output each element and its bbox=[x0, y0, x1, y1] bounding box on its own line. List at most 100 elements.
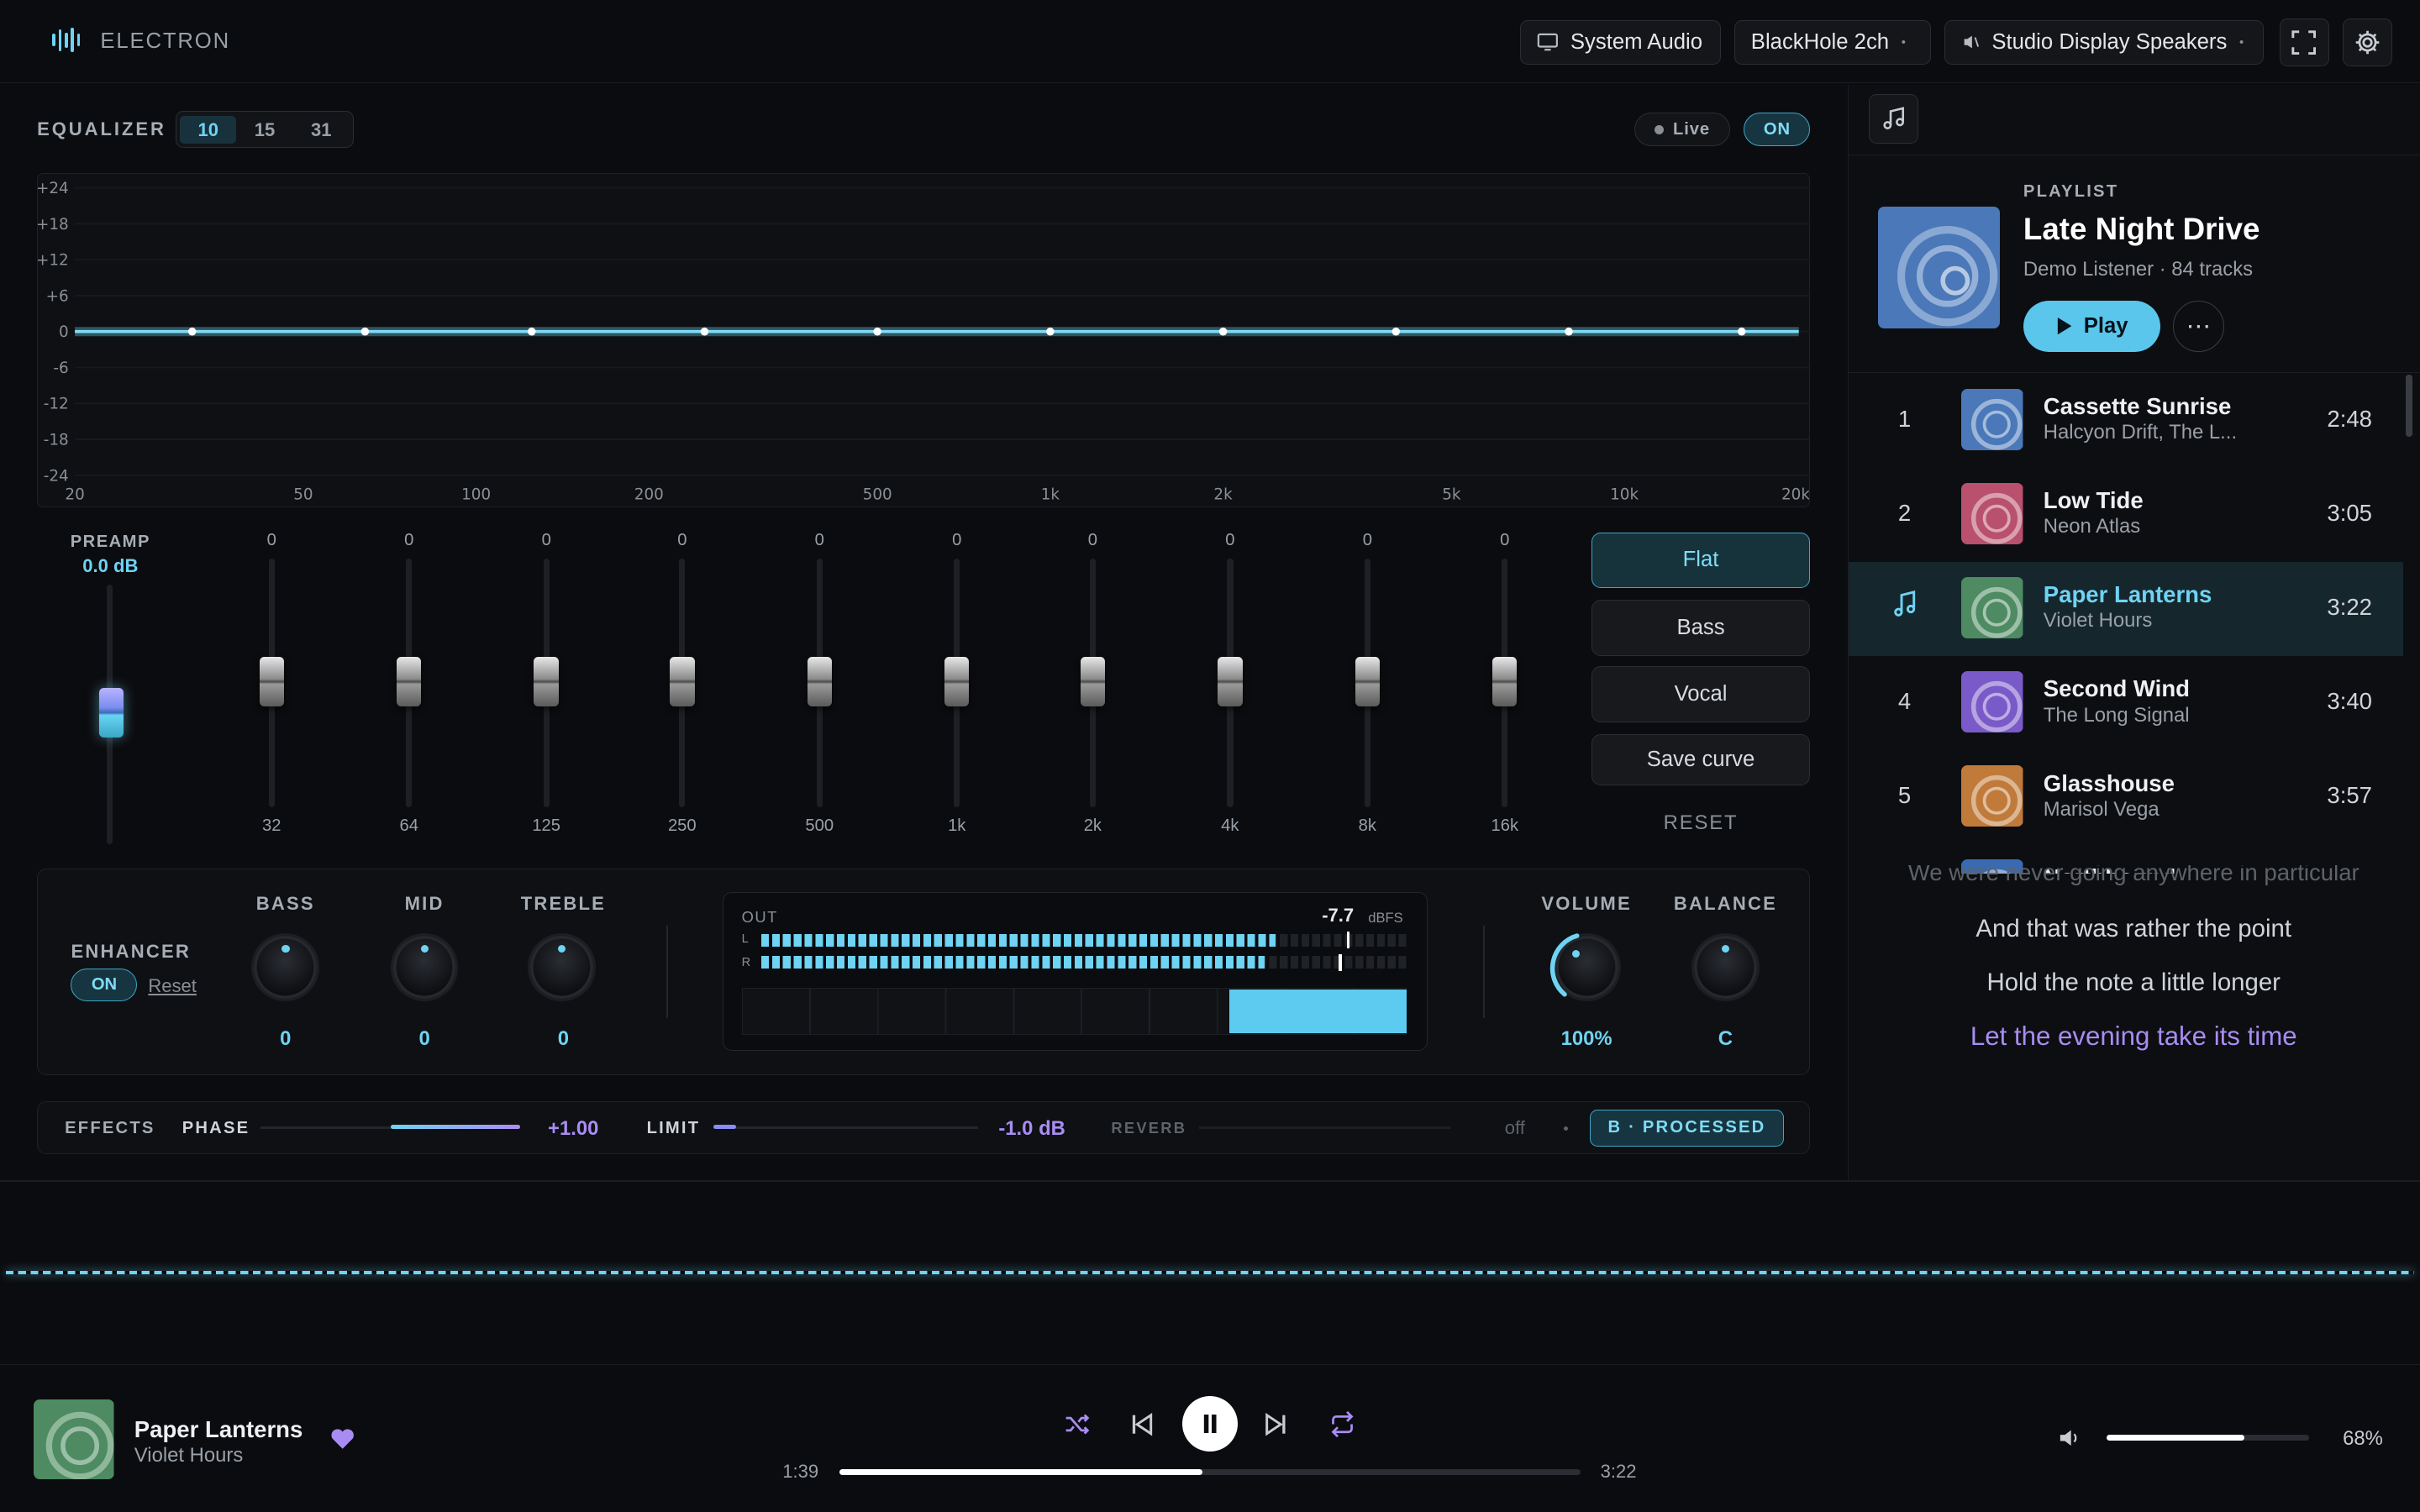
meter-right-bar bbox=[761, 955, 1265, 969]
divider bbox=[1483, 926, 1485, 1019]
output-meter: OUT -7.7 dBFS L R bbox=[722, 891, 1428, 1051]
track-cover bbox=[1961, 670, 2023, 733]
track-title: Low Tide bbox=[2043, 487, 2144, 514]
mid-knob-label: MID bbox=[404, 893, 445, 915]
track-duration: 3:05 bbox=[2327, 500, 2373, 527]
bass-knob-value: 0 bbox=[280, 1027, 292, 1051]
heart-icon bbox=[331, 1429, 354, 1449]
reverb-label: REVERB bbox=[1111, 1118, 1187, 1137]
effects-label: EFFECTS bbox=[65, 1118, 155, 1137]
reverb-value: off bbox=[1504, 1116, 1525, 1138]
track-row[interactable]: 5 Glasshouse Marisol Vega 3:57 bbox=[1849, 750, 2402, 844]
repeat-button[interactable] bbox=[1328, 1410, 1356, 1445]
phase-slider-fill bbox=[390, 1124, 520, 1130]
next-button[interactable] bbox=[1264, 1412, 1288, 1443]
bass-knob[interactable] bbox=[251, 933, 320, 1002]
volume-slider[interactable] bbox=[2107, 1435, 2309, 1441]
waveform-line bbox=[6, 1271, 2414, 1275]
track-cover bbox=[1961, 576, 2023, 639]
knob-indicator-icon bbox=[558, 945, 566, 953]
enhancer-reset-link[interactable]: Reset bbox=[148, 975, 197, 997]
like-button[interactable] bbox=[330, 1427, 355, 1457]
meter-level: -7.7 bbox=[1322, 905, 1355, 927]
volume-icon bbox=[2060, 1430, 2077, 1446]
meter-left-label: L bbox=[741, 932, 749, 947]
now-playing-title[interactable]: Paper Lanterns bbox=[134, 1416, 303, 1443]
ab-compare-toggle[interactable]: B · PROCESSED bbox=[1589, 1109, 1785, 1147]
track-row[interactable]: 4 Second Wind The Long Signal 3:40 bbox=[1849, 656, 2402, 750]
now-playing-artist[interactable]: Violet Hours bbox=[134, 1444, 244, 1467]
shuffle-icon bbox=[1066, 1414, 1090, 1435]
knob-indicator-icon bbox=[1571, 949, 1581, 958]
balance-knob[interactable] bbox=[1691, 933, 1760, 1002]
reverb-slider[interactable] bbox=[1199, 1126, 1451, 1130]
pause-button[interactable] bbox=[1181, 1396, 1239, 1452]
track-duration: 3:57 bbox=[2327, 782, 2373, 809]
volume-fill bbox=[2107, 1435, 2244, 1441]
lyric-line: And that was rather the point bbox=[1975, 915, 2292, 943]
balance-knob-value: C bbox=[1718, 1027, 1733, 1051]
phase-label: PHASE bbox=[182, 1118, 250, 1137]
track-row[interactable]: 2 Low Tide Neon Atlas 3:05 bbox=[1849, 468, 2402, 562]
enhancer-label: ENHANCER bbox=[71, 941, 191, 963]
enhancer-toggle[interactable]: ON bbox=[71, 969, 138, 1001]
lyric-line: Hold the note a little longer bbox=[1986, 969, 2281, 997]
track-duration: 3:40 bbox=[2327, 688, 2373, 715]
track-cover bbox=[1961, 764, 2023, 827]
now-playing-icon bbox=[1849, 591, 1960, 624]
track-number: 1 bbox=[1897, 406, 1912, 433]
track-artist: The Long Signal bbox=[2043, 703, 2190, 727]
volume-percent: 68% bbox=[2343, 1426, 2383, 1450]
track-artist: Marisol Vega bbox=[2043, 797, 2160, 821]
previous-button[interactable] bbox=[1129, 1412, 1154, 1443]
track-duration: 3:22 bbox=[2327, 594, 2373, 621]
volume-knob-label: VOLUME bbox=[1541, 893, 1632, 915]
track-title: Paper Lanterns bbox=[2043, 581, 2212, 608]
lyric-line-prev: We were never going anywhere in particul… bbox=[1907, 865, 2360, 886]
track-number: 5 bbox=[1897, 782, 1912, 809]
balance-knob-label: BALANCE bbox=[1673, 893, 1777, 915]
track-title: Cassette Sunrise bbox=[2043, 393, 2232, 420]
now-playing-cover bbox=[34, 1399, 114, 1480]
skip-back-icon bbox=[1133, 1412, 1153, 1436]
track-title: Second Wind bbox=[2043, 675, 2190, 702]
elapsed-time: 1:39 bbox=[782, 1461, 819, 1483]
treble-knob-label: TREBLE bbox=[520, 893, 607, 915]
track-artist: Halcyon Drift, The L... bbox=[2043, 421, 2238, 444]
progress-bar[interactable] bbox=[839, 1468, 1581, 1475]
mid-knob-value: 0 bbox=[418, 1027, 430, 1051]
meter-unit: dBFS bbox=[1368, 909, 1403, 926]
limit-slider[interactable] bbox=[713, 1126, 979, 1130]
limit-slider-fill bbox=[713, 1124, 737, 1130]
track-artist: Neon Atlas bbox=[2043, 515, 2141, 538]
pause-icon bbox=[1203, 1415, 1217, 1434]
knob-indicator-icon bbox=[281, 945, 290, 953]
knob-indicator-icon bbox=[1722, 945, 1730, 953]
meter-out-label: OUT bbox=[741, 907, 778, 926]
mid-knob[interactable] bbox=[390, 933, 459, 1002]
track-cover bbox=[1961, 388, 2023, 451]
phase-value: +1.00 bbox=[548, 1116, 599, 1140]
knob-indicator-icon bbox=[420, 945, 429, 953]
skip-forward-icon bbox=[1265, 1412, 1286, 1436]
limit-value: -1.0 dB bbox=[998, 1116, 1065, 1140]
track-row[interactable]: Paper Lanterns Violet Hours 3:22 bbox=[1849, 561, 2403, 656]
volume-arc-icon bbox=[1549, 933, 1580, 997]
shuffle-button[interactable] bbox=[1063, 1410, 1091, 1445]
track-artist: Violet Hours bbox=[2043, 609, 2153, 633]
track-row[interactable]: 1 Cassette Sunrise Halcyon Drift, The L...… bbox=[1849, 373, 2402, 467]
track-duration: 2:48 bbox=[2327, 406, 2373, 433]
track-number: 4 bbox=[1897, 688, 1912, 715]
meter-right-peak bbox=[1339, 954, 1343, 972]
meter-left-peak bbox=[1346, 931, 1350, 948]
total-time: 3:22 bbox=[1600, 1461, 1637, 1483]
repeat-icon bbox=[1331, 1410, 1354, 1437]
treble-knob-value: 0 bbox=[557, 1027, 570, 1051]
volume-knob[interactable] bbox=[1549, 933, 1621, 1002]
volume-button[interactable] bbox=[2059, 1427, 2081, 1456]
volume-knob-value: 100% bbox=[1560, 1027, 1612, 1051]
track-title: Glasshouse bbox=[2043, 769, 2175, 796]
meter-left-bar bbox=[761, 934, 1276, 947]
limit-label: LIMIT bbox=[646, 1118, 701, 1137]
treble-knob[interactable] bbox=[528, 933, 596, 1002]
